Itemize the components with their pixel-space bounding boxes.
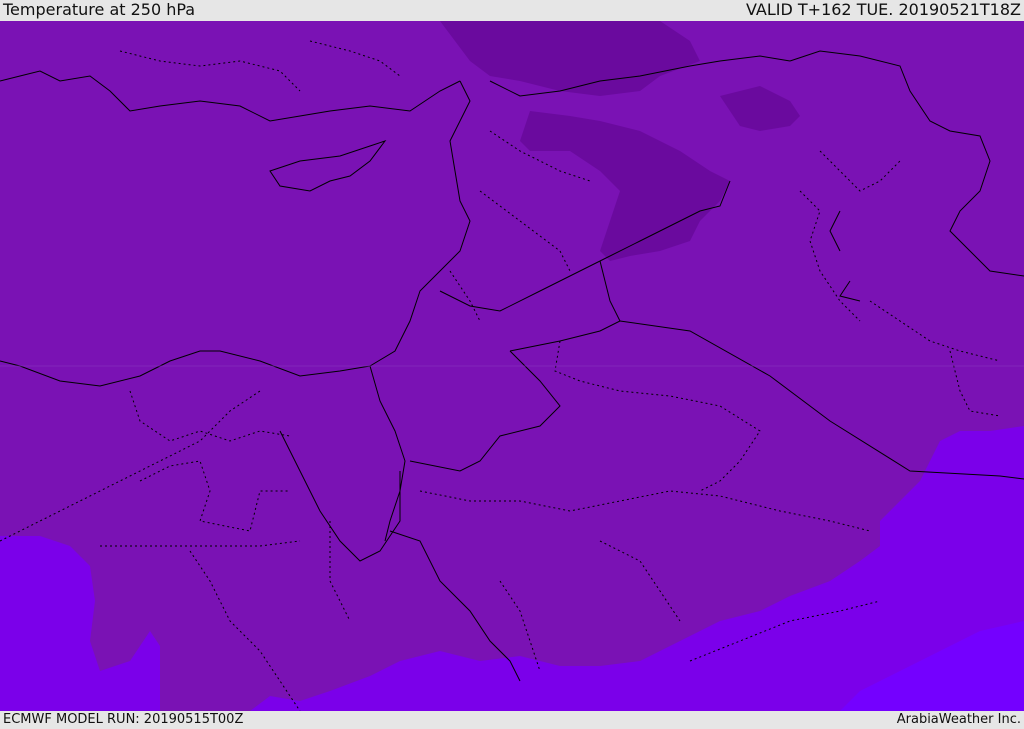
header-bar: Temperature at 250 hPa VALID T+162 TUE. … bbox=[0, 0, 1024, 21]
valid-time: VALID T+162 TUE. 20190521T18Z bbox=[745, 0, 1021, 19]
credit-label: ArabiaWeather Inc. bbox=[896, 712, 1021, 727]
footer-bar: ECMWF MODEL RUN: 20190515T00Z ArabiaWeat… bbox=[0, 711, 1024, 729]
map-title: Temperature at 250 hPa bbox=[3, 0, 196, 19]
weather-map[interactable] bbox=[0, 21, 1024, 711]
model-run-label: ECMWF MODEL RUN: 20190515T00Z bbox=[3, 712, 244, 727]
